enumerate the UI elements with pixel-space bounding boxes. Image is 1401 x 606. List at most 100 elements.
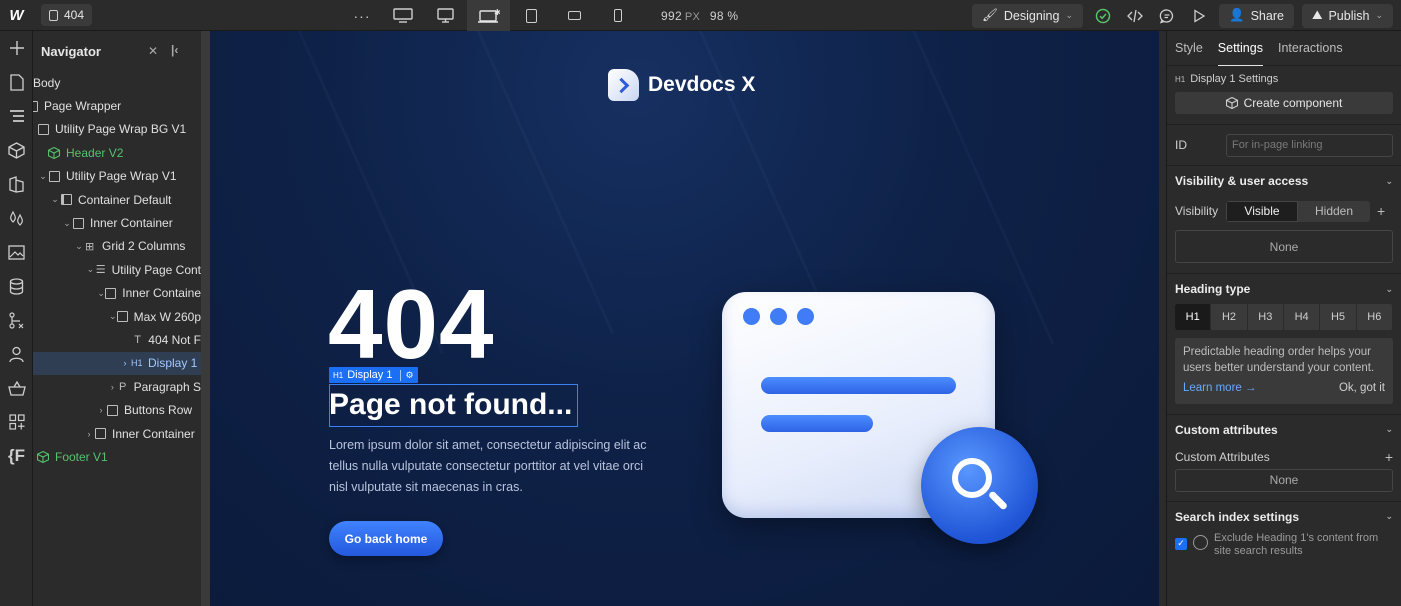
tree-item-buttons-row[interactable]: › Buttons Row bbox=[33, 398, 201, 421]
comments-icon[interactable] bbox=[1155, 4, 1179, 28]
custom-attributes-header[interactable]: Custom attributes ⌄ bbox=[1175, 415, 1393, 445]
exclude-search-checkbox[interactable]: ✓ bbox=[1175, 537, 1187, 550]
users-icon[interactable] bbox=[0, 337, 33, 371]
add-condition-icon[interactable]: + bbox=[1377, 203, 1385, 219]
heading-h5-option[interactable]: H5 bbox=[1320, 304, 1357, 330]
tree-item-display-1[interactable]: › H1 Display 1 bbox=[33, 351, 201, 376]
finsweet-attributes-icon[interactable]: {F bbox=[0, 439, 33, 473]
tree-item-404-not-found[interactable]: T 404 Not F bbox=[33, 328, 201, 351]
heading-h4-option[interactable]: H4 bbox=[1283, 304, 1321, 330]
navigator-resize-handle[interactable] bbox=[201, 31, 210, 606]
logic-icon[interactable] bbox=[0, 303, 33, 337]
error-code[interactable]: 404 bbox=[328, 275, 495, 373]
tab-settings[interactable]: Settings bbox=[1217, 31, 1263, 66]
more-breakpoints-button[interactable]: ··· bbox=[343, 8, 381, 24]
gear-icon[interactable]: ⚙ bbox=[400, 369, 414, 381]
chevron-down-icon[interactable]: ⌄ bbox=[73, 241, 85, 252]
page-heading[interactable]: Page not found... bbox=[329, 388, 572, 422]
page-selector[interactable]: 404 bbox=[41, 4, 93, 26]
tree-item-utility-page-wrap-v1[interactable]: ⌄ Utility Page Wrap V1 bbox=[33, 165, 201, 188]
chevron-down-icon[interactable]: ⌄ bbox=[61, 218, 73, 229]
components-icon[interactable] bbox=[0, 133, 33, 167]
tree-item-footer-v1[interactable]: Footer V1 bbox=[33, 445, 201, 468]
code-icon[interactable] bbox=[1123, 4, 1147, 28]
navigator-icon[interactable] bbox=[0, 99, 33, 133]
tab-interactions[interactable]: Interactions bbox=[1278, 41, 1343, 55]
site-logo[interactable]: Devdocs X bbox=[608, 69, 755, 101]
breakpoint-tablet-button[interactable] bbox=[510, 0, 553, 31]
canvas-scrollbar[interactable] bbox=[1159, 31, 1167, 606]
add-attribute-icon[interactable]: + bbox=[1385, 449, 1393, 465]
tree-item-inner-container-2[interactable]: ⌄ Inner Containe bbox=[33, 282, 201, 305]
search-index-header[interactable]: Search index settings ⌄ bbox=[1175, 502, 1393, 532]
apps-icon[interactable] bbox=[0, 405, 33, 439]
div-block-icon bbox=[95, 428, 106, 440]
mode-dropdown[interactable]: 🖌 Designing ⌄ bbox=[971, 3, 1083, 28]
webflow-logo[interactable]: W bbox=[0, 0, 33, 31]
tree-item-utility-page-wrap-bg[interactable]: Utility Page Wrap BG V1 bbox=[33, 118, 201, 141]
share-button[interactable]: 👤 Share bbox=[1219, 3, 1294, 28]
breakpoint-desktop-button[interactable] bbox=[424, 0, 467, 31]
page-paragraph[interactable]: Lorem ipsum dolor sit amet, consectetur … bbox=[329, 435, 659, 498]
tree-item-paragraph[interactable]: › P Paragraph S bbox=[33, 375, 201, 398]
add-elements-icon[interactable] bbox=[0, 31, 33, 65]
audit-check-icon[interactable] bbox=[1091, 4, 1115, 28]
style-selectors-icon[interactable] bbox=[0, 167, 33, 201]
breakpoint-large-desktop-button[interactable] bbox=[381, 0, 424, 31]
component-icon bbox=[1225, 97, 1238, 109]
canvas-width-unit: PX bbox=[684, 10, 701, 23]
id-input[interactable]: For in-page linking bbox=[1226, 133, 1393, 157]
chevron-down-icon[interactable]: ⌄ bbox=[109, 311, 117, 322]
chevron-down-icon: ⌄ bbox=[1385, 283, 1393, 294]
chevron-down-icon[interactable]: ⌄ bbox=[97, 288, 105, 299]
selected-element-tag[interactable]: H1 Display 1 ⚙ bbox=[329, 367, 418, 383]
preview-play-icon[interactable] bbox=[1187, 4, 1211, 28]
chevron-right-icon[interactable]: › bbox=[119, 358, 131, 368]
chevron-down-icon[interactable]: ⌄ bbox=[49, 194, 61, 205]
chevron-right-icon[interactable]: › bbox=[83, 429, 95, 439]
tree-item-inner-container-3[interactable]: › Inner Container bbox=[33, 422, 201, 445]
tree-item-inner-container[interactable]: ⌄ Inner Container bbox=[33, 211, 201, 234]
settings-title: H1 Display 1 Settings bbox=[1175, 66, 1393, 92]
visible-option[interactable]: Visible bbox=[1226, 200, 1298, 222]
visibility-section-header[interactable]: Visibility & user access ⌄ bbox=[1175, 166, 1393, 196]
breakpoint-mobile-portrait-button[interactable] bbox=[596, 0, 639, 31]
design-canvas[interactable]: Devdocs X 404 H1 Display 1 ⚙ Page not fo… bbox=[210, 31, 1159, 606]
learn-more-link[interactable]: Learn more → bbox=[1183, 381, 1257, 397]
magnifier-icon bbox=[921, 427, 1038, 544]
close-icon[interactable]: ✕ bbox=[148, 44, 158, 58]
pages-icon[interactable] bbox=[0, 65, 33, 99]
tree-item-max-w-260[interactable]: ⌄ Max W 260p bbox=[33, 305, 201, 328]
assets-icon[interactable] bbox=[0, 235, 33, 269]
go-back-home-button[interactable]: Go back home bbox=[329, 521, 443, 556]
hidden-option[interactable]: Hidden bbox=[1298, 201, 1370, 222]
dock-panel-icon[interactable]: |‹ bbox=[171, 43, 178, 57]
breakpoint-mobile-landscape-button[interactable] bbox=[553, 0, 596, 31]
ecommerce-basket-icon[interactable] bbox=[0, 371, 33, 405]
heading-h2-option[interactable]: H2 bbox=[1211, 304, 1248, 330]
tree-item-grid-2-columns[interactable]: ⌄ ⊞ Grid 2 Columns bbox=[33, 235, 201, 258]
id-label: ID bbox=[1175, 138, 1187, 152]
chevron-right-icon[interactable]: › bbox=[95, 405, 107, 415]
variables-icon[interactable] bbox=[0, 201, 33, 235]
create-component-button[interactable]: Create component bbox=[1175, 92, 1393, 114]
publish-button[interactable]: ⛰ Publish ⌄ bbox=[1301, 3, 1393, 28]
heading-h6-option[interactable]: H6 bbox=[1356, 304, 1393, 330]
heading-type-header[interactable]: Heading type ⌄ bbox=[1175, 274, 1393, 304]
chevron-down-icon[interactable]: ⌄ bbox=[85, 264, 96, 275]
tree-item-header-v2[interactable]: Header V2 bbox=[33, 141, 201, 164]
cms-icon[interactable] bbox=[0, 269, 33, 303]
chevron-down-icon[interactable]: ⌄ bbox=[37, 171, 49, 182]
tree-item-page-wrapper[interactable]: Page Wrapper bbox=[33, 94, 201, 117]
heading-h3-option[interactable]: H3 bbox=[1247, 304, 1284, 330]
breakpoint-base-button[interactable]: ✱ bbox=[467, 0, 510, 31]
tree-item-body[interactable]: Body bbox=[33, 71, 201, 94]
tree-item-container-default[interactable]: ⌄ Container Default bbox=[33, 188, 201, 211]
tree-item-utility-page-content[interactable]: ⌄ ☰ Utility Page Cont bbox=[33, 258, 201, 281]
heading-h1-option[interactable]: H1 bbox=[1175, 304, 1212, 330]
dismiss-tip-button[interactable]: Ok, got it bbox=[1339, 381, 1385, 397]
browser-search-illustration[interactable] bbox=[722, 292, 1042, 552]
chevron-right-icon[interactable]: › bbox=[107, 382, 118, 392]
large-desktop-icon bbox=[392, 8, 413, 23]
tab-style[interactable]: Style bbox=[1175, 41, 1203, 55]
